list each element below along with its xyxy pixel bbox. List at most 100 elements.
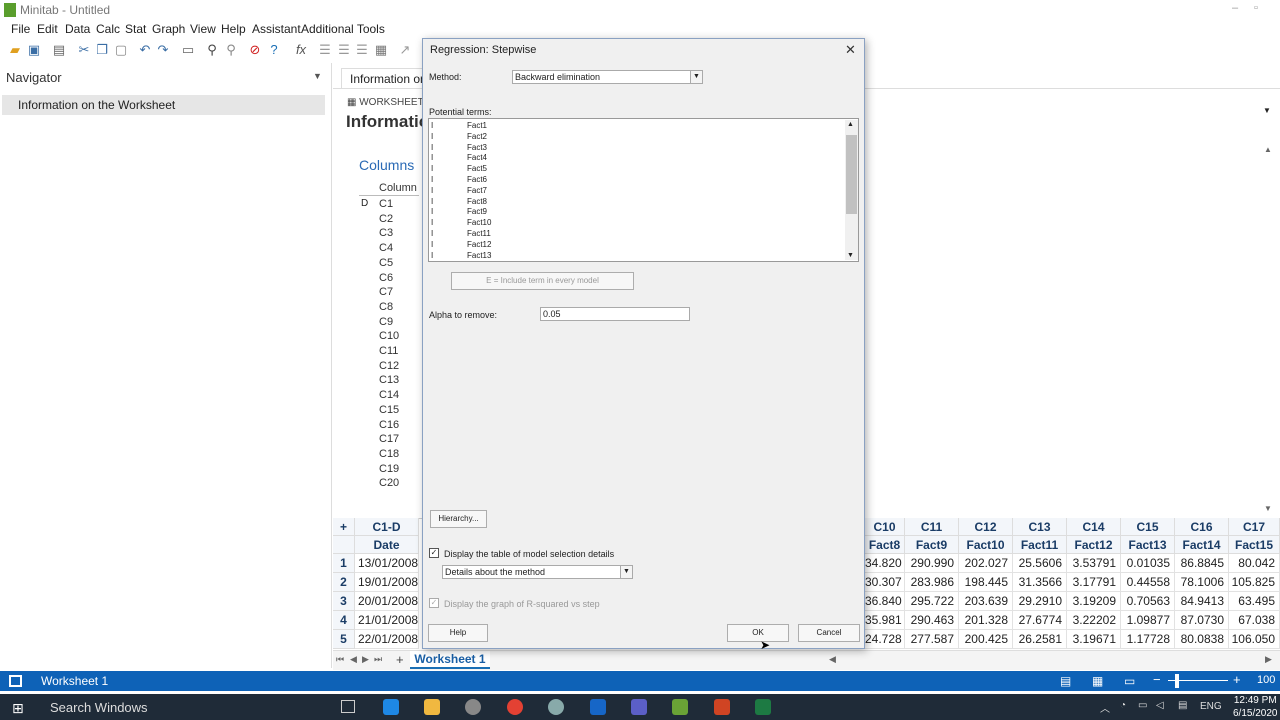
outlook-icon[interactable] [590, 699, 606, 715]
column-id-header[interactable]: C12 [959, 518, 1013, 536]
formula-icon[interactable]: fx [293, 42, 309, 58]
column-name-header[interactable]: Fact15 [1229, 536, 1280, 554]
menu-graph[interactable]: Graph [152, 22, 185, 36]
scroll-down-icon[interactable]: ▼ [847, 252, 854, 259]
row-number[interactable]: 2 [333, 573, 355, 592]
term-item[interactable]: Fact8 [467, 197, 487, 206]
term-item[interactable]: Fact6 [467, 175, 487, 184]
scroll-up-icon[interactable]: ▲ [1264, 145, 1272, 154]
close-icon[interactable]: ✕ [845, 42, 856, 58]
grid-cell[interactable]: 1.17728 [1121, 630, 1175, 649]
notification-icon[interactable]: ▤ [1178, 700, 1187, 711]
column-name-header[interactable]: Fact9 [905, 536, 959, 554]
menu-file[interactable]: File [11, 22, 30, 36]
column-id-header[interactable]: C1-D [355, 518, 419, 536]
network-icon[interactable]: ◔ [1120, 700, 1126, 711]
grid-cell[interactable]: 3.19209 [1067, 592, 1121, 611]
add-sheet-button[interactable]: + [396, 652, 404, 667]
grid-cell[interactable]: 3.19671 [1067, 630, 1121, 649]
grid-cell[interactable]: 20/01/2008 [355, 592, 419, 611]
alpha-input[interactable]: 0.05 [540, 307, 690, 321]
add-column-button[interactable]: + [333, 518, 355, 536]
grid-cell[interactable]: 0.44558 [1121, 573, 1175, 592]
chrome-icon[interactable] [507, 699, 523, 715]
grid-cell[interactable]: 283.986 [905, 573, 959, 592]
grid-cell[interactable]: 26.2581 [1013, 630, 1067, 649]
row-number[interactable]: 4 [333, 611, 355, 630]
menu-help[interactable]: Help [221, 22, 246, 36]
column-name-header[interactable]: Fact8 [865, 536, 905, 554]
method-select[interactable]: Backward elimination ▼ [512, 70, 703, 84]
list-icon[interactable]: ☰ [317, 42, 333, 58]
zoom-in-button[interactable]: + [1233, 672, 1241, 687]
find-icon[interactable]: ⚲ [204, 42, 220, 58]
maximize-button[interactable]: ▫ [1254, 2, 1258, 14]
menu-assistant[interactable]: Assistant [252, 22, 301, 36]
clock[interactable]: 12:49 PM 6/15/2020 [1233, 694, 1278, 720]
include-term-button[interactable]: E = Include term in every model [451, 272, 634, 290]
grid-cell[interactable]: 67.038 [1229, 611, 1280, 630]
column-name-header[interactable]: Fact12 [1067, 536, 1121, 554]
grid-cell[interactable]: 198.445 [959, 573, 1013, 592]
grid-cell[interactable]: 86.8845 [1175, 554, 1229, 573]
grid-cell[interactable]: 35.981 [865, 611, 905, 630]
scroll-up-icon[interactable]: ▲ [847, 121, 854, 128]
grid-cell[interactable]: 13/01/2008 [355, 554, 419, 573]
battery-icon[interactable]: ▭ [1138, 700, 1147, 711]
app-icon[interactable] [465, 699, 481, 715]
terms-list[interactable] [428, 118, 859, 262]
zoom-out-button[interactable]: − [1153, 672, 1161, 687]
term-item[interactable]: Fact4 [467, 153, 487, 162]
display-graph-checkbox[interactable]: ✓ [429, 598, 439, 608]
redo-icon[interactable]: ↷ [155, 42, 171, 58]
grid-cell[interactable]: 29.2910 [1013, 592, 1067, 611]
menu-additional-tools[interactable]: Additional Tools [301, 22, 385, 36]
window-icon[interactable]: ▭ [180, 42, 196, 58]
taskbar-search[interactable]: Search Windows [50, 700, 148, 715]
grid-cell[interactable]: 290.463 [905, 611, 959, 630]
page-view-icon[interactable]: ▭ [1124, 674, 1135, 688]
chevron-down-icon[interactable]: ▼ [1263, 106, 1271, 115]
grid-view-icon[interactable]: ▤ [1060, 674, 1071, 688]
menu-data[interactable]: Data [65, 22, 90, 36]
column-id-header[interactable]: C17 [1229, 518, 1280, 536]
grid-cell[interactable]: 36.840 [865, 592, 905, 611]
cancel-icon[interactable]: ⊘ [247, 42, 263, 58]
save-icon[interactable]: ▣ [26, 42, 42, 58]
column-name-header[interactable]: Date [355, 536, 419, 554]
app-icon-2[interactable] [548, 699, 564, 715]
grid-cell[interactable]: 21/01/2008 [355, 611, 419, 630]
grid-cell[interactable]: 25.5606 [1013, 554, 1067, 573]
chevron-down-icon[interactable]: ▼ [690, 71, 702, 83]
open-icon[interactable]: ▰ [7, 42, 23, 58]
column-id-header[interactable]: C11 [905, 518, 959, 536]
cancel-button[interactable]: Cancel [798, 624, 860, 642]
menu-view[interactable]: View [190, 22, 216, 36]
zoom-thumb[interactable] [1175, 674, 1179, 688]
undo-icon[interactable]: ↶ [137, 42, 153, 58]
chevron-down-icon[interactable]: ▼ [313, 71, 322, 81]
first-sheet-icon[interactable]: ⏮ [336, 654, 344, 665]
grid-cell[interactable]: 0.01035 [1121, 554, 1175, 573]
minimize-button[interactable]: – [1232, 2, 1238, 14]
powerpoint-icon[interactable] [714, 699, 730, 715]
column-name-header[interactable]: Fact11 [1013, 536, 1067, 554]
term-item[interactable]: Fact9 [467, 207, 487, 216]
scrollbar[interactable]: ▲ ▼ [1262, 143, 1276, 515]
excel-icon[interactable] [755, 699, 771, 715]
chevron-down-icon[interactable]: ▼ [620, 566, 632, 578]
grid-cell[interactable]: 277.587 [905, 630, 959, 649]
column-name-header[interactable]: Fact13 [1121, 536, 1175, 554]
column-id-header[interactable]: C10 [865, 518, 905, 536]
help-button[interactable]: Help [428, 624, 488, 642]
term-item[interactable]: Fact5 [467, 164, 487, 173]
grid-cell[interactable]: 105.825 [1229, 573, 1280, 592]
grid-cell[interactable]: 63.495 [1229, 592, 1280, 611]
column-name-header[interactable]: Fact14 [1175, 536, 1229, 554]
menu-stat[interactable]: Stat [125, 22, 146, 36]
grid-cell[interactable]: 27.6774 [1013, 611, 1067, 630]
grid-cell[interactable]: 31.3566 [1013, 573, 1067, 592]
column-id-header[interactable]: C16 [1175, 518, 1229, 536]
tab-worksheet-1[interactable]: Worksheet 1 [410, 651, 490, 669]
prev-sheet-icon[interactable]: ◀ [350, 654, 357, 665]
